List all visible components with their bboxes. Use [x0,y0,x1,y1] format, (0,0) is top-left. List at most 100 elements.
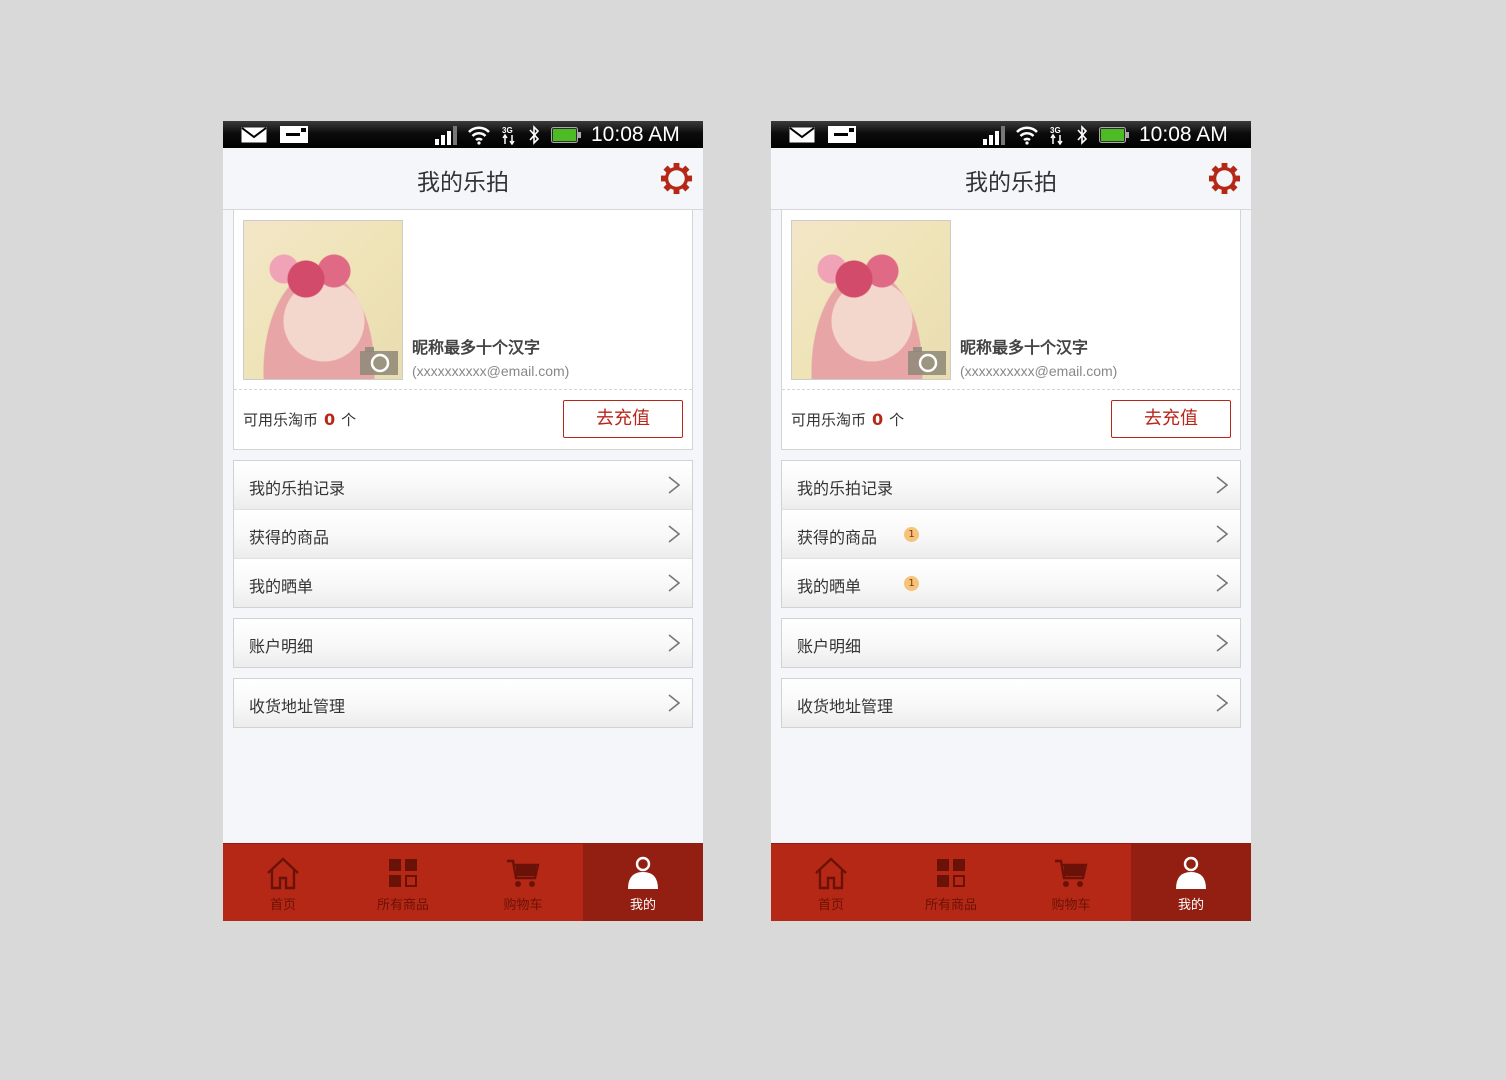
chevron-right-icon [1216,476,1228,494]
menu-item-label: 我的乐拍记录 [797,479,894,498]
chevron-right-icon [668,634,680,652]
camera-icon[interactable] [908,347,946,375]
mail-icon [789,127,815,143]
coin-label: 可用乐淘币 [243,411,319,429]
menu-group-account: 账户明细 [781,618,1241,668]
user-icon [628,856,658,889]
tab-bar: 首页 所有商品 购物车 我的 [771,843,1251,921]
status-time: 10:08 AM [1139,123,1228,146]
gear-icon[interactable] [660,162,693,195]
tab-label: 购物车 [503,898,543,913]
3g-data-icon: 3G [1050,126,1063,145]
coin-balance: 可用乐淘币 0 个 [243,409,356,430]
chevron-right-icon [1216,634,1228,652]
tab-label: 购物车 [1051,898,1091,913]
menu-item-show[interactable]: 我的晒单 [234,558,692,607]
profile-card: 昵称最多十个汉字 (xxxxxxxxxx@email.com) 可用乐淘币 0 个 … [781,210,1241,450]
tab-cart[interactable]: 购物车 [463,844,583,921]
menu-item-label: 我的晒单 [797,577,862,596]
avatar[interactable] [791,220,951,380]
menu-item-record[interactable]: 我的乐拍记录 [782,461,1240,509]
chevron-right-icon [1216,574,1228,592]
coin-balance: 可用乐淘币 0 个 [791,409,904,430]
camera-icon[interactable] [360,347,398,375]
phone-screen-left: 3G 10:08 AM 我的乐拍 昵称最多十个汉字 (xxxxxxxxxx@em… [223,121,703,921]
sim-card-icon [280,126,308,143]
menu-item-record[interactable]: 我的乐拍记录 [234,461,692,509]
tab-bar: 首页 所有商品 购物车 我的 [223,843,703,921]
menu-item-account[interactable]: 账户明细 [782,619,1240,667]
menu-item-account[interactable]: 账户明细 [234,619,692,667]
recharge-button[interactable]: 去充值 [563,400,683,438]
menu-item-label: 账户明细 [249,637,314,656]
chevron-right-icon [1216,694,1228,712]
tab-label: 首页 [817,898,844,913]
email: (xxxxxxxxxx@email.com) [960,363,1118,379]
menu-group-main: 我的乐拍记录 获得的商品 1 我的晒单 1 [781,460,1241,608]
wifi-icon [1016,126,1038,145]
cart-icon [507,859,540,887]
recharge-button[interactable]: 去充值 [1111,400,1231,438]
sim-card-icon [828,126,856,143]
chevron-right-icon [668,525,680,543]
menu-group-account: 账户明细 [233,618,693,668]
chevron-right-icon [668,574,680,592]
email: (xxxxxxxxxx@email.com) [412,363,570,379]
coin-unit: 个 [341,411,357,429]
battery-icon [1099,127,1129,143]
menu-item-label: 获得的商品 [249,528,330,547]
home-icon [815,857,847,890]
tab-label: 首页 [269,898,296,913]
avatar[interactable] [243,220,403,380]
menu-item-label: 收货地址管理 [797,697,894,716]
profile-card: 昵称最多十个汉字 (xxxxxxxxxx@email.com) 可用乐淘币 0 个 … [233,210,693,450]
grid-icon [389,859,417,887]
notification-badge: 1 [904,527,919,542]
tab-label: 所有商品 [376,898,429,913]
status-time: 10:08 AM [591,123,680,146]
coin-value: 0 [324,410,336,429]
coin-unit: 个 [889,411,905,429]
grid-icon [937,859,965,887]
tab-label: 我的 [629,898,656,913]
bluetooth-icon [1077,125,1088,145]
menu-item-label: 收货地址管理 [249,697,346,716]
page-title: 我的乐拍 [417,170,509,196]
tab-mine[interactable]: 我的 [1131,844,1251,921]
menu-item-show[interactable]: 我的晒单 1 [782,558,1240,607]
signal-icon [983,126,1005,145]
tab-label: 所有商品 [924,898,977,913]
menu-item-goods[interactable]: 获得的商品 [234,509,692,558]
coin-value: 0 [872,410,884,429]
phone-screen-right: 3G 10:08 AM 我的乐拍 昵称最多十个汉字 (xxxxxxxxxx@em… [771,121,1251,921]
chevron-right-icon [1216,525,1228,543]
menu-item-address[interactable]: 收货地址管理 [234,679,692,727]
tab-all-goods[interactable]: 所有商品 [891,844,1011,921]
battery-icon [551,127,581,143]
menu-item-label: 账户明细 [797,637,862,656]
menu-item-label: 获得的商品 [797,528,878,547]
menu-group-main: 我的乐拍记录 获得的商品 我的晒单 [233,460,693,608]
svg-text:3G: 3G [1050,126,1061,135]
menu-group-address: 收货地址管理 [233,678,693,728]
nickname: 昵称最多十个汉字 [412,338,541,357]
tab-cart[interactable]: 购物车 [1011,844,1131,921]
menu-group-address: 收货地址管理 [781,678,1241,728]
chevron-right-icon [668,476,680,494]
3g-data-icon: 3G [502,126,515,145]
tab-all-goods[interactable]: 所有商品 [343,844,463,921]
gear-icon[interactable] [1208,162,1241,195]
tab-label: 我的 [1177,898,1204,913]
tab-home[interactable]: 首页 [771,844,891,921]
title-bar: 我的乐拍 [223,148,703,210]
page-title: 我的乐拍 [965,170,1057,196]
home-icon [267,857,299,890]
nickname: 昵称最多十个汉字 [960,338,1089,357]
tab-home[interactable]: 首页 [223,844,343,921]
divider [782,389,1240,390]
menu-item-label: 我的晒单 [249,577,314,596]
menu-item-goods[interactable]: 获得的商品 1 [782,509,1240,558]
tab-mine[interactable]: 我的 [583,844,703,921]
status-bar: 3G 10:08 AM [223,121,703,148]
menu-item-address[interactable]: 收货地址管理 [782,679,1240,727]
